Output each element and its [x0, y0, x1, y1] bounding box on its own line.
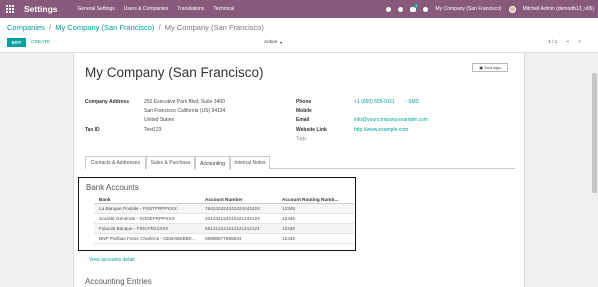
user-menu[interactable]: Mitchell Admin (demodb13_v05)	[523, 6, 594, 12]
breadcrumb-current: My Company (San Francisco)	[164, 23, 264, 32]
caret-down-icon: ▼	[279, 40, 283, 45]
bank-accounts-table: Bank Account Number Account Routing Numb…	[94, 195, 354, 244]
action-label: Action	[264, 40, 278, 45]
column-bank[interactable]: Bank	[94, 197, 202, 202]
cell-bank: Fiducial Banque - FIDCFR21XXX	[99, 226, 169, 231]
bank-accounts-highlight: Bank Accounts Bank Account Number Accoun…	[78, 177, 356, 251]
table-row[interactable]: Société Générale - SOGEFRPPXXX 201242124…	[94, 214, 354, 224]
tab-accounting[interactable]: Accounting	[195, 156, 230, 170]
navbar-systray: 4 My Company (San Francisco) Mitchell Ad…	[386, 0, 594, 18]
website-value[interactable]: http://www.example.com	[354, 127, 408, 133]
phone-label: Phone	[296, 99, 312, 105]
mobile-label: Mobile	[296, 108, 312, 114]
messages-icon[interactable]: 4	[410, 3, 419, 12]
cell-routing-number: 12345	[282, 236, 296, 241]
email-label: Email	[296, 117, 310, 123]
pager: 1 / 1 < >	[548, 38, 581, 47]
form-sheet: My Company (San Francisco) ▣ Your logo C…	[73, 53, 525, 287]
cell-account-number: 96998877665544	[205, 236, 242, 241]
user-avatar[interactable]	[508, 5, 516, 13]
logo-button-label: Your logo	[484, 65, 501, 70]
address-line-2[interactable]: San Francisco California (US) 94134	[144, 108, 225, 114]
cell-routing-number: 12345	[282, 216, 296, 221]
cell-account-number: 201242124212421242124	[205, 216, 260, 221]
address-line-1[interactable]: 250 Executive Park Blvd, Suite 3400	[144, 99, 225, 105]
cell-account-number: 661212121212121212121	[205, 226, 260, 231]
column-account-number[interactable]: Account Number	[202, 197, 279, 202]
menu-users-companies[interactable]: Users & Companies	[124, 6, 168, 12]
menu-general-settings[interactable]: General Settings	[78, 6, 115, 12]
table-row[interactable]: La Banque Postale - PSSTFRPPXXX 76424242…	[94, 204, 354, 214]
sms-label: SMS	[408, 99, 420, 105]
tab-contacts-addresses[interactable]: Contacts & Addresses	[85, 156, 146, 169]
website-label: Website Link	[296, 127, 327, 133]
pager-value[interactable]: 1 / 1	[548, 40, 557, 45]
breadcrumb-separator: /	[158, 23, 161, 32]
pager-previous-button[interactable]: <	[566, 40, 569, 45]
table-row[interactable]: Fiducial Banque - FIDCFR21XXX 6612121212…	[94, 224, 354, 234]
phone-value[interactable]: +1 (650) 555-0111	[354, 99, 395, 105]
create-button[interactable]: CREATE	[31, 38, 50, 47]
company-name[interactable]: My Company (San Francisco)	[85, 65, 264, 80]
top-navbar: Settings General Settings Users & Compan…	[0, 0, 598, 18]
app-title[interactable]: Settings	[24, 4, 58, 14]
cell-account-number: 764242424242424242424	[205, 206, 260, 211]
cell-routing-number: 12345	[282, 226, 296, 231]
address-line-3[interactable]: United States	[144, 117, 174, 123]
menu-translations[interactable]: Translations	[177, 6, 204, 12]
taxid-label: Tax ID	[85, 127, 100, 133]
main-menu: General Settings Users & Companies Trans…	[78, 6, 235, 12]
menu-technical[interactable]: Technical	[213, 6, 234, 12]
company-switcher[interactable]: My Company (San Francisco)	[435, 6, 501, 12]
cell-bank: La Banque Postale - PSSTFRPPXXX	[99, 206, 177, 211]
messages-count-badge: 4	[414, 3, 419, 8]
breadcrumb-my-company[interactable]: My Company (San Francisco)	[55, 23, 154, 32]
email-value[interactable]: info@yourcompany.example.com	[354, 117, 428, 123]
pager-next-button[interactable]: >	[578, 40, 581, 45]
view-accounts-detail-link[interactable]: View accounts detail	[89, 257, 135, 263]
notebook-tabs: Contacts & Addresses Sales & Purchase Ac…	[85, 156, 515, 170]
activity-clock-icon[interactable]	[423, 6, 429, 12]
taxid-value[interactable]: Test123	[144, 127, 162, 133]
cell-bank: BNP Paribas Fortis Charleroi - GEBABEBB0…	[99, 236, 196, 241]
sms-icon: ▫	[405, 99, 407, 105]
breadcrumb: Companies / My Company (San Francisco) /…	[7, 23, 264, 32]
cell-routing-number: 12345	[282, 206, 296, 211]
scrollbar-thumb[interactable]	[592, 73, 597, 193]
column-routing-number[interactable]: Account Routing Numb...	[279, 197, 354, 202]
bank-accounts-title: Bank Accounts	[86, 183, 139, 192]
control-panel: Companies / My Company (San Francisco) /…	[0, 18, 598, 53]
phone-icon[interactable]	[398, 6, 404, 12]
breadcrumb-separator: /	[49, 23, 52, 32]
page-scrollbar[interactable]	[591, 53, 598, 287]
breadcrumb-companies[interactable]: Companies	[7, 23, 45, 32]
bug-icon[interactable]	[386, 6, 392, 12]
sms-button[interactable]: ▫ SMS	[405, 99, 419, 105]
cell-bank: Société Générale - SOGEFRPPXXX	[99, 216, 175, 221]
edit-button[interactable]: EDIT	[7, 38, 26, 47]
tags-field[interactable]: Tags	[296, 136, 307, 142]
action-dropdown[interactable]: Action ▼	[264, 38, 283, 47]
tab-sales-purchase[interactable]: Sales & Purchase	[146, 156, 195, 169]
apps-grid-icon[interactable]	[6, 5, 14, 13]
table-row[interactable]: BNP Paribas Fortis Charleroi - GEBABEBB0…	[94, 234, 354, 244]
logo-upload-button[interactable]: ▣ Your logo	[472, 63, 508, 72]
camera-icon: ▣	[479, 65, 483, 70]
table-header: Bank Account Number Account Routing Numb…	[94, 195, 354, 204]
accounting-entries-title: Accounting Entries	[85, 277, 152, 286]
tab-internal-notes[interactable]: Internal Notes	[230, 156, 270, 169]
table-body: La Banque Postale - PSSTFRPPXXX 76424242…	[94, 204, 354, 244]
address-label: Company Address	[85, 99, 129, 105]
